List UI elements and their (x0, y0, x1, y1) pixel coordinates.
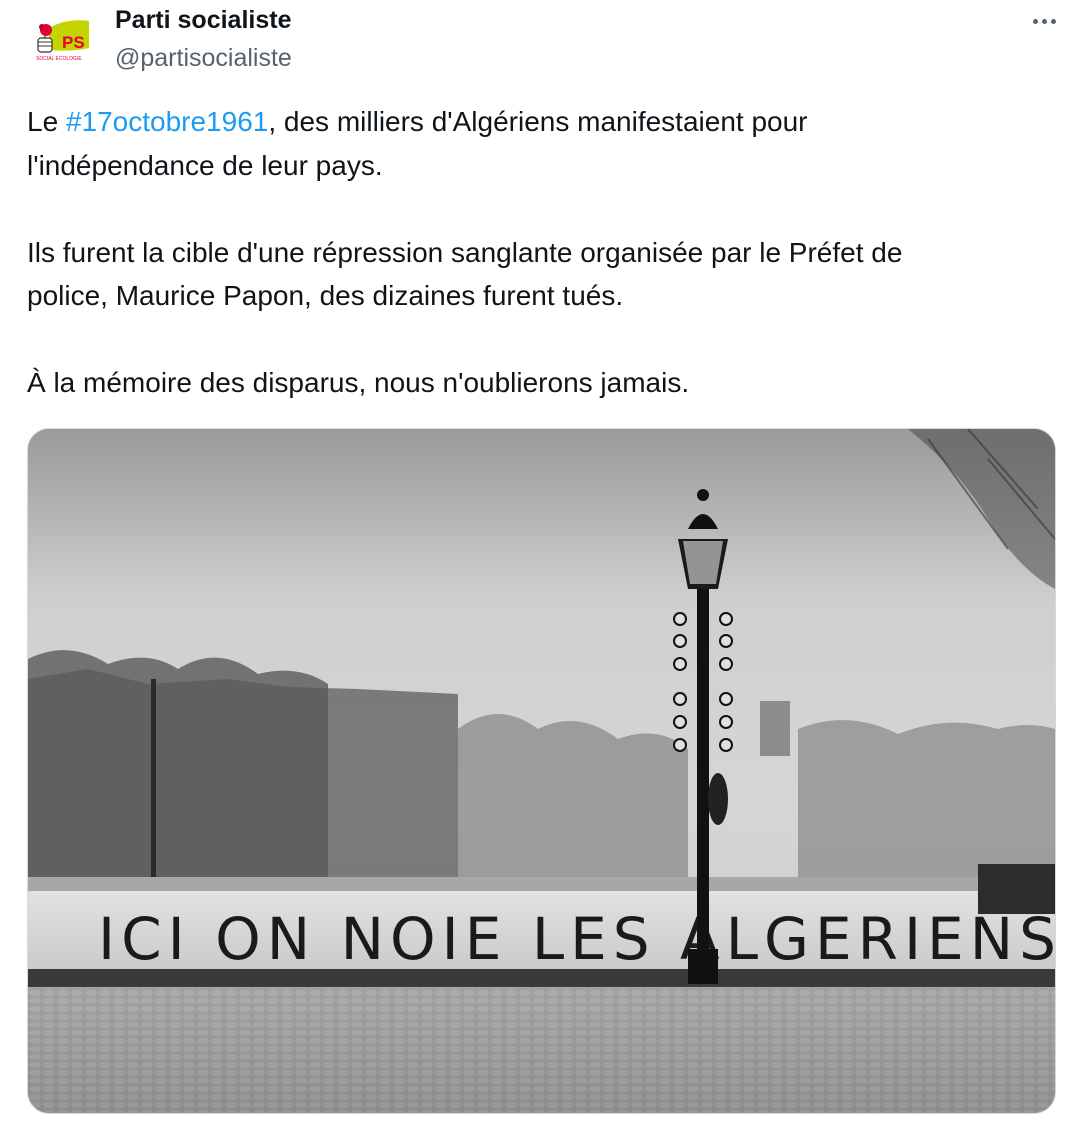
ellipsis-icon (1041, 18, 1047, 24)
tweet-line: Le #17octobre1961, des milliers d'Algéri… (27, 100, 1057, 144)
tweet-text: Le #17octobre1961, des milliers d'Algéri… (27, 100, 1057, 405)
tweet: PS SOCIAL ÉCOLOGIE Parti socialiste @par… (0, 0, 1082, 1130)
tweet-line: À la mémoire des disparus, nous n'oublie… (27, 367, 690, 398)
tweet-text-segment: , des milliers d'Algériens manifestaient… (268, 106, 808, 137)
tweet-text-segment: Le (27, 106, 66, 137)
avatar-logo-caption: SOCIAL ÉCOLOGIE (36, 55, 82, 62)
avatar[interactable]: PS SOCIAL ÉCOLOGIE (27, 8, 97, 78)
author-handle[interactable]: @partisocialiste (115, 43, 292, 73)
tweet-photo[interactable]: ICI ON NOIE LES ALGERIENS (27, 428, 1056, 1114)
ellipsis-icon (1050, 18, 1056, 24)
ps-logo-rose-icon: PS SOCIAL ÉCOLOGIE (36, 20, 89, 62)
tweet-line: l'indépendance de leur pays. (27, 149, 383, 181)
avatar-logo-letters: PS (62, 33, 85, 52)
tweet-line: police, Maurice Papon, des dizaines fure… (27, 280, 624, 311)
tweet-line: Ils furent la cible d'une répression san… (27, 236, 903, 268)
more-options-button[interactable] (1024, 6, 1064, 36)
graffiti-text: ICI ON NOIE LES ALGERIENS (98, 905, 1055, 973)
hashtag-link[interactable]: #17octobre1961 (66, 106, 268, 137)
ellipsis-icon (1032, 18, 1038, 24)
author-name[interactable]: Parti socialiste (115, 5, 291, 35)
historical-photo: ICI ON NOIE LES ALGERIENS (28, 429, 1055, 1113)
